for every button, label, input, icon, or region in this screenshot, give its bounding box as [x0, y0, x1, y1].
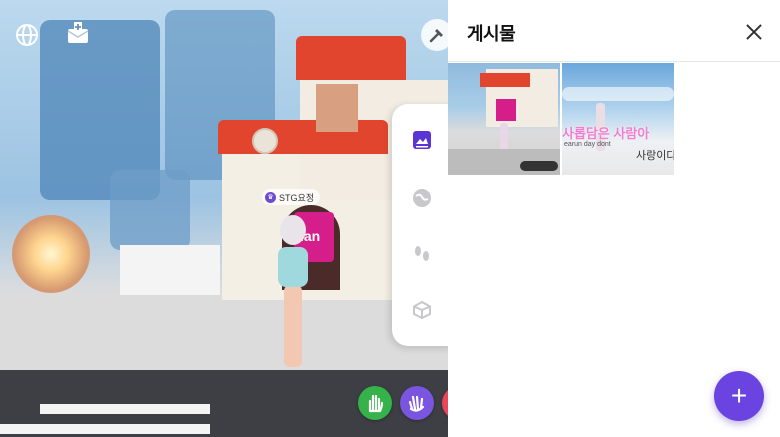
wave-icon[interactable]: [400, 386, 434, 420]
add-post-button[interactable]: +: [714, 371, 764, 421]
avatar-legs: [284, 285, 302, 367]
post-thumbnail[interactable]: 사롭담은 사람아 earun day dont 사랑이다: [562, 63, 674, 175]
thumbnail-emote-bar: [520, 161, 558, 171]
player-avatar[interactable]: [278, 215, 308, 370]
divider: [448, 61, 780, 62]
thumbnail-cloud: [562, 87, 674, 101]
stair-railing: [120, 245, 220, 295]
world-icon[interactable]: [410, 186, 434, 210]
mail-add-icon[interactable]: [65, 20, 91, 46]
roof: [218, 120, 388, 154]
avatar-jacket: [278, 247, 308, 287]
panel-title: 게시물: [467, 24, 516, 44]
crosswalk-stripe: [0, 424, 210, 434]
sidewalk: [0, 290, 450, 370]
player-name-tag: ♛ STG요정: [262, 189, 321, 205]
globe-icon[interactable]: [14, 22, 40, 48]
roof: [296, 36, 406, 80]
round-window: [252, 128, 278, 154]
window: [316, 84, 358, 132]
thumbnail-roof: [480, 73, 530, 87]
cube-icon[interactable]: [410, 298, 434, 322]
crown-icon: ♛: [265, 191, 276, 203]
hammer-icon[interactable]: [421, 19, 450, 51]
post-caption-right: 사랑이다: [636, 150, 674, 162]
thumbnail-sign: [496, 99, 516, 121]
post-caption-sub: earun day dont: [564, 141, 611, 148]
posts-panel: 게시물 사롭담은 사람아 earun day dont 사랑이다 +: [448, 0, 780, 437]
gallery-icon[interactable]: [410, 128, 434, 152]
post-thumbnail[interactable]: [448, 63, 560, 175]
post-caption: 사롭담은 사람아: [562, 126, 650, 141]
movement-joystick[interactable]: [12, 215, 90, 293]
player-name: STG요정: [279, 192, 315, 203]
footprints-icon[interactable]: [410, 242, 434, 266]
avatar-head: [280, 215, 306, 245]
background-sign: [110, 170, 190, 250]
game-scene[interactable]: lan ♛ STG요정: [0, 0, 450, 437]
crosswalk-stripe: [40, 404, 210, 414]
hand-raise-icon[interactable]: [358, 386, 392, 420]
side-menu: [392, 104, 450, 346]
close-icon[interactable]: [743, 21, 765, 43]
